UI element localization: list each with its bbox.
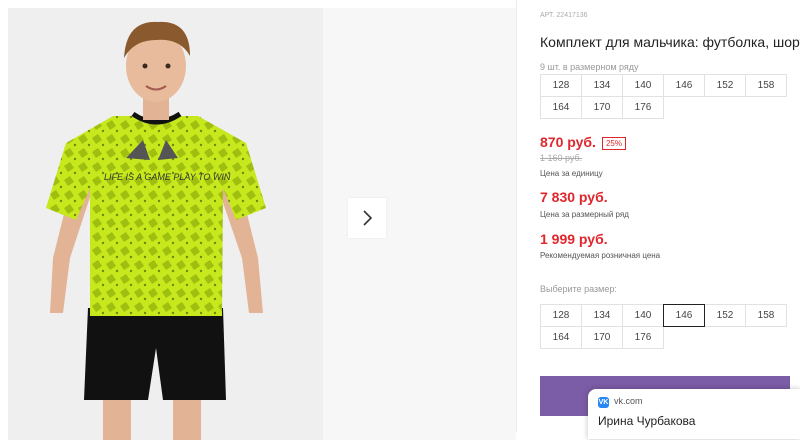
shirt-print-text: LIFE IS A GAME PLAY TO WIN: [104, 172, 231, 182]
retail-price-caption: Рекомендуемая розничная цена: [540, 251, 661, 260]
discount-badge: 25%: [601, 136, 626, 150]
series-size-cell: 140: [622, 74, 664, 97]
old-price: 1 160 руб.: [540, 153, 583, 163]
series-size-cell: 128: [540, 74, 582, 97]
series-size-cell: 146: [663, 74, 705, 97]
vk-domain: vk.com: [614, 396, 643, 406]
size-option-176[interactable]: 176: [622, 326, 664, 349]
divider: [516, 0, 517, 432]
boy-figure-image: LIFE IS A GAME PLAY TO WIN: [8, 8, 323, 440]
product-sku: АРТ. 22417136: [540, 12, 588, 19]
product-info: АРТ. 22417136 Комплект для мальчика: фут…: [540, 0, 800, 432]
size-option-134[interactable]: 134: [581, 304, 623, 327]
series-size-cell: 152: [704, 74, 746, 97]
size-option-164[interactable]: 164: [540, 326, 582, 349]
unit-price-value: 870 руб.: [540, 134, 596, 150]
series-price-caption: Цена за размерный ряд: [540, 210, 629, 219]
size-option-158[interactable]: 158: [745, 304, 787, 327]
product-photo[interactable]: LIFE IS A GAME PLAY TO WIN: [8, 8, 323, 440]
size-option-140[interactable]: 140: [622, 304, 664, 327]
product-title: Комплект для мальчика: футболка, шорты: [540, 34, 800, 50]
product-gallery: LIFE IS A GAME PLAY TO WIN: [0, 0, 516, 440]
unit-price: 870 руб. 25%: [540, 134, 626, 150]
series-size-cell: 158: [745, 74, 787, 97]
series-size-cell: 134: [581, 74, 623, 97]
series-size-cell: 170: [581, 96, 623, 119]
vk-logo-icon: VK: [598, 397, 609, 408]
size-option-146-selected[interactable]: 146: [663, 304, 705, 327]
next-image-button[interactable]: [348, 198, 386, 238]
series-sizes-grid: 128 134 140 146 152 158 164 170 176: [540, 74, 794, 119]
chevron-right-icon: [363, 210, 373, 226]
series-price: 7 830 руб.: [540, 189, 608, 205]
vk-user-name: Ирина Чурбакова: [598, 414, 696, 428]
size-option-152[interactable]: 152: [704, 304, 746, 327]
size-option-128[interactable]: 128: [540, 304, 582, 327]
size-selector: 128 134 140 146 152 158 164 170 176: [540, 304, 794, 349]
size-option-170[interactable]: 170: [581, 326, 623, 349]
size-select-label: Выберите размер:: [540, 284, 617, 294]
series-size-cell: 176: [622, 96, 664, 119]
unit-price-caption: Цена за единицу: [540, 169, 603, 178]
series-note: 9 шт. в размерном ряду: [540, 62, 639, 72]
retail-price: 1 999 руб.: [540, 231, 608, 247]
series-size-cell: 164: [540, 96, 582, 119]
